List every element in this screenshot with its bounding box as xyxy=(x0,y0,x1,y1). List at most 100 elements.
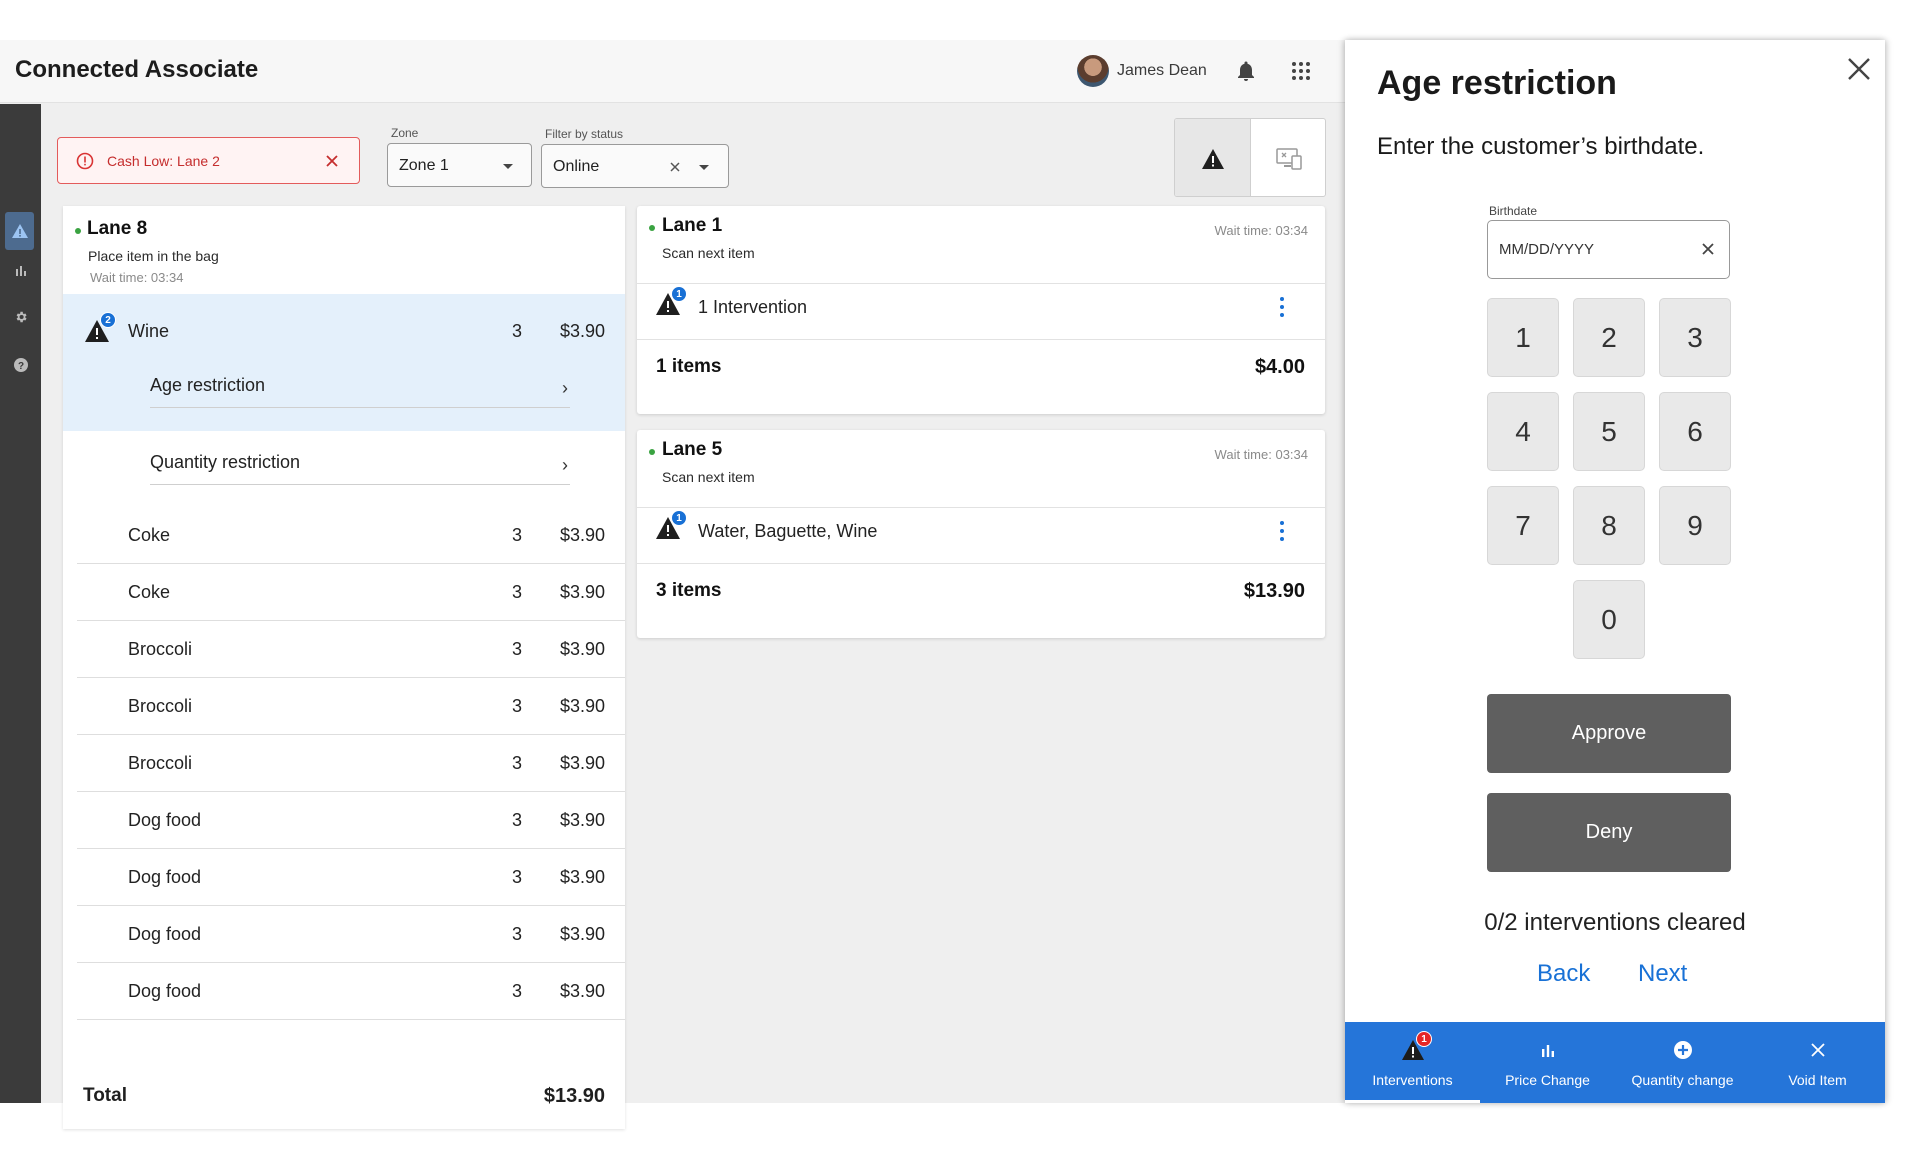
avatar[interactable] xyxy=(1077,55,1109,87)
item-price: $3.90 xyxy=(559,525,605,545)
more-options-icon[interactable] xyxy=(1280,297,1284,317)
tab-void-item[interactable]: Void Item xyxy=(1750,1022,1885,1103)
lane-total: $4.00 xyxy=(1254,356,1305,378)
birthdate-field[interactable]: MM/DD/YYYY xyxy=(1487,220,1730,279)
app-title: Connected Associate xyxy=(15,56,259,83)
status-filter-value: Online xyxy=(553,158,600,175)
age-restriction-row[interactable]: Age restriction › xyxy=(63,351,625,431)
quantity-restriction-row[interactable]: Quantity restriction › xyxy=(63,428,625,508)
list-item[interactable]: Dog food 3 $3.90 xyxy=(63,792,625,849)
lane-wait-time: Wait time: 03:34 xyxy=(90,270,184,285)
back-link[interactable]: Back xyxy=(1537,960,1590,988)
item-price: $3.90 xyxy=(559,639,605,659)
tab-quantity-change[interactable]: Quantity change xyxy=(1615,1022,1750,1103)
keypad-key-2[interactable]: 2 xyxy=(1573,298,1645,377)
item-price: $3.90 xyxy=(559,981,605,1001)
keypad-key-4[interactable]: 4 xyxy=(1487,392,1559,471)
help-icon: ? xyxy=(13,357,28,372)
status-filter-select[interactable]: Online xyxy=(541,144,729,188)
list-item[interactable]: Dog food 3 $3.90 xyxy=(63,963,625,1020)
item-qty: 3 xyxy=(512,639,523,659)
keypad-key-9[interactable]: 9 xyxy=(1659,486,1731,565)
keypad-key-6[interactable]: 6 xyxy=(1659,392,1731,471)
sidebar-item-interventions[interactable] xyxy=(5,212,34,250)
list-item[interactable]: Broccoli 3 $3.90 xyxy=(63,735,625,792)
divider xyxy=(150,407,570,408)
close-icon[interactable] xyxy=(324,153,340,169)
item-qty: 3 xyxy=(512,582,523,602)
divider xyxy=(637,563,1325,564)
item-name: Coke xyxy=(128,525,171,545)
top-bar: Connected Associate James Dean xyxy=(0,40,1345,103)
item-name: Broccoli xyxy=(128,753,193,773)
divider xyxy=(637,507,1325,508)
close-icon[interactable] xyxy=(1846,56,1872,82)
item-name: Dog food xyxy=(128,810,202,830)
divider xyxy=(637,339,1325,340)
bar-chart-icon xyxy=(15,265,26,276)
keypad-key-0[interactable]: 0 xyxy=(1573,580,1645,659)
list-item[interactable]: Broccoli 3 $3.90 xyxy=(63,621,625,678)
warning-icon xyxy=(11,224,28,238)
svg-text:?: ? xyxy=(17,361,23,372)
sidebar-item-reports[interactable] xyxy=(9,258,32,281)
bell-icon[interactable] xyxy=(1234,59,1258,83)
plus-circle-icon xyxy=(1673,1041,1692,1059)
next-link[interactable]: Next xyxy=(1638,960,1687,988)
item-qty: 3 xyxy=(512,924,523,944)
item-price: $3.90 xyxy=(559,582,605,602)
item-name: Wine xyxy=(128,321,170,341)
alert-view-button[interactable] xyxy=(1175,119,1251,196)
chevron-right-icon: › xyxy=(562,455,568,475)
lane-5-card[interactable]: Lane 5 Wait time: 03:34 Scan next item 1… xyxy=(637,430,1325,638)
item-qty: 3 xyxy=(512,321,523,341)
lane-8-card: Lane 8 Place item in the bag Wait time: … xyxy=(63,206,625,1129)
clear-icon[interactable] xyxy=(668,160,682,174)
item-name: Broccoli xyxy=(128,639,193,659)
divider xyxy=(77,1019,625,1020)
online-status-dot xyxy=(649,449,655,455)
item-name: Broccoli xyxy=(128,696,193,716)
keypad-key-8[interactable]: 8 xyxy=(1573,486,1645,565)
keypad-key-7[interactable]: 7 xyxy=(1487,486,1559,565)
zone-select[interactable]: Zone 1 xyxy=(387,143,532,187)
item-qty: 3 xyxy=(512,525,523,545)
list-item[interactable]: Dog food 3 $3.90 xyxy=(63,906,625,963)
item-qty: 3 xyxy=(512,696,523,716)
list-item[interactable]: Coke 3 $3.90 xyxy=(63,507,625,564)
chevron-down-icon xyxy=(699,165,709,170)
cash-low-alert[interactable]: Cash Low: Lane 2 xyxy=(57,137,360,184)
approve-button[interactable]: Approve xyxy=(1487,694,1731,773)
divider xyxy=(637,283,1325,284)
more-options-icon[interactable] xyxy=(1280,521,1284,541)
tab-icon-wrap xyxy=(1670,1037,1696,1063)
quantity-restriction-label: Quantity restriction xyxy=(150,452,301,472)
item-name: Dog food xyxy=(128,867,202,887)
keypad-key-5[interactable]: 5 xyxy=(1573,392,1645,471)
deny-button[interactable]: Deny xyxy=(1487,793,1731,872)
lane-name: Lane 1 xyxy=(662,215,723,236)
monitor-view-button[interactable] xyxy=(1251,119,1325,196)
tab-label: Interventions xyxy=(1372,1072,1453,1088)
lane-status: Scan next item xyxy=(662,245,755,261)
item-qty: 3 xyxy=(512,981,523,1001)
close-icon xyxy=(1810,1043,1825,1057)
lane-1-card[interactable]: Lane 1 Wait time: 03:34 Scan next item 1… xyxy=(637,206,1325,414)
items-count: 3 items xyxy=(656,580,722,601)
tab-price-change[interactable]: Price Change xyxy=(1480,1022,1615,1103)
keypad-key-3[interactable]: 3 xyxy=(1659,298,1731,377)
chevron-right-icon: › xyxy=(562,378,568,398)
list-item[interactable]: Broccoli 3 $3.90 xyxy=(63,678,625,735)
apps-grid-icon[interactable] xyxy=(1290,60,1312,82)
sidebar-item-help[interactable]: ? xyxy=(9,353,32,376)
clear-icon[interactable] xyxy=(1700,241,1716,257)
user-name[interactable]: James Dean xyxy=(1117,62,1207,80)
birthdate-placeholder: MM/DD/YYYY xyxy=(1499,241,1595,258)
tab-interventions[interactable]: 1 Interventions xyxy=(1345,1022,1480,1103)
list-item[interactable]: Dog food 3 $3.90 xyxy=(63,849,625,906)
intervention-count-badge: 2 xyxy=(100,312,116,328)
tab-label: Quantity change xyxy=(1631,1072,1734,1088)
keypad-key-1[interactable]: 1 xyxy=(1487,298,1559,377)
sidebar-item-settings[interactable] xyxy=(9,305,32,328)
list-item[interactable]: Coke 3 $3.90 xyxy=(63,564,625,621)
